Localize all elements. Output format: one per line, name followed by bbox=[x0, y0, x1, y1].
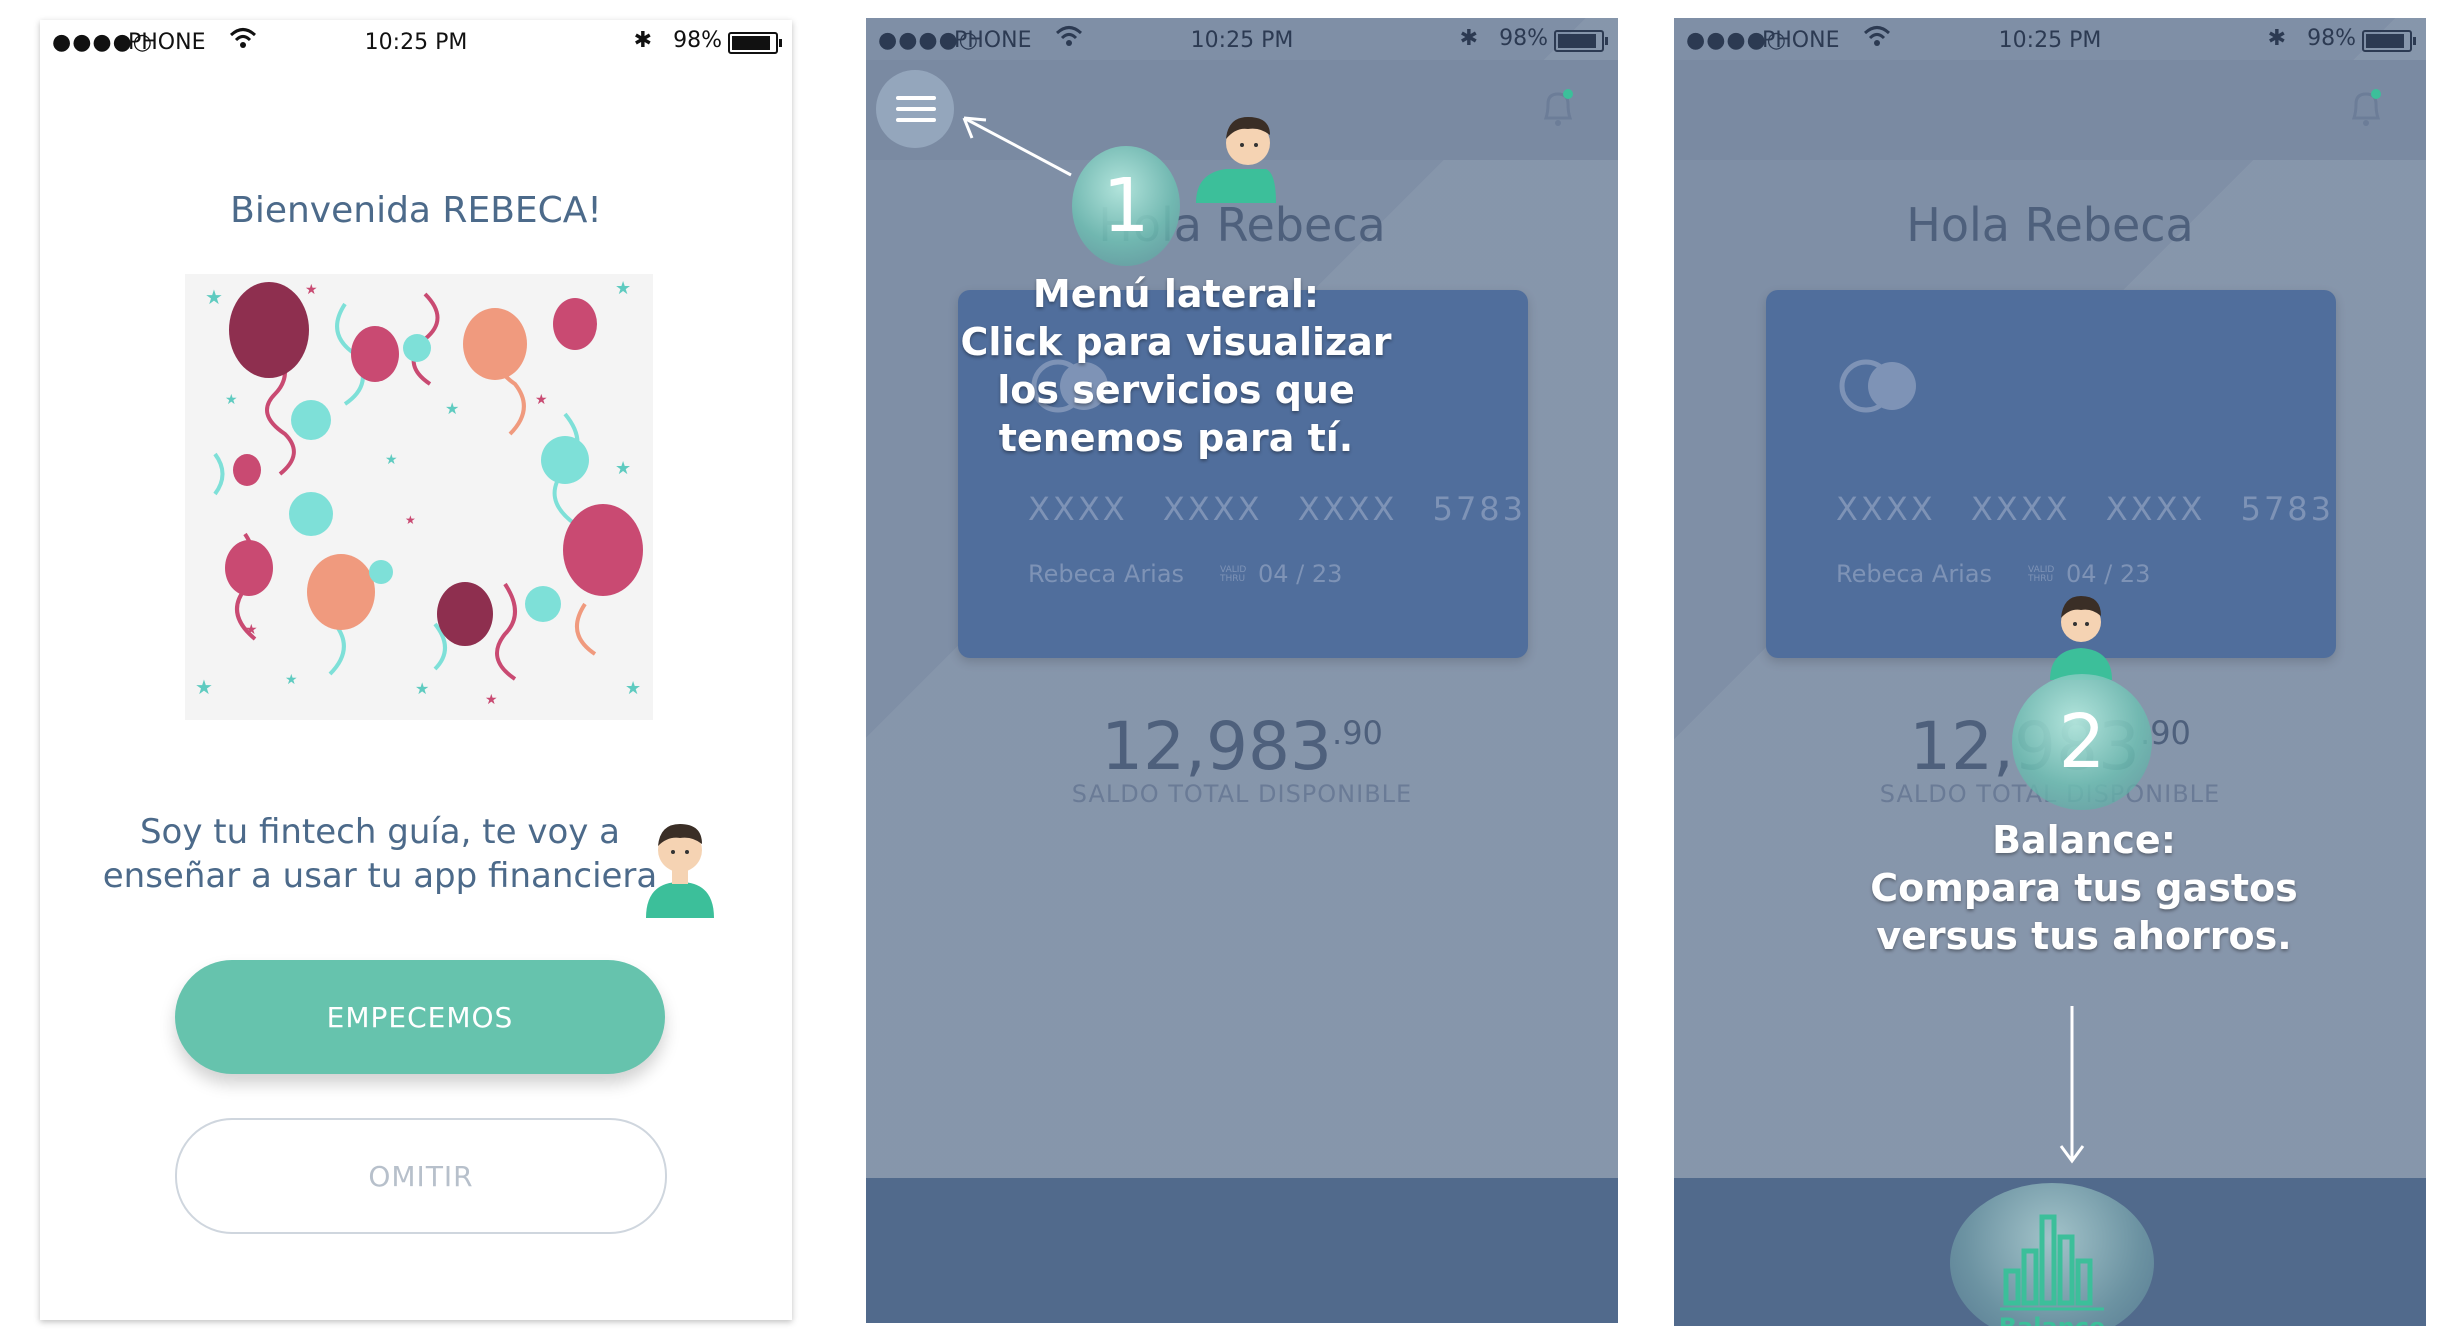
card-number-group: 5783 bbox=[2240, 490, 2335, 528]
notification-bell-icon[interactable] bbox=[1538, 86, 1578, 130]
tour-step-2-tooltip: Balance: Compara tus gastos versus tus a… bbox=[1834, 816, 2334, 960]
svg-text:★: ★ bbox=[385, 452, 398, 468]
svg-text:★: ★ bbox=[445, 399, 459, 418]
card-brand-icon bbox=[1836, 356, 1926, 416]
tour-step-2-screen: ●●●●○ PHONE 10:25 PM ✱ 98% Hola Rebeca X… bbox=[1674, 18, 2426, 1326]
onboarding-screen: ●●●●○ PHONE 10:25 PM ✱ 98% Bienvenida RE… bbox=[40, 20, 792, 1320]
svg-text:★: ★ bbox=[245, 622, 258, 638]
balance-amount: 12,983.90 bbox=[866, 708, 1618, 785]
svg-text:★: ★ bbox=[615, 458, 631, 479]
svg-text:★: ★ bbox=[615, 278, 631, 299]
card-number: XXXX XXXX XXXX 5783 bbox=[1028, 490, 1526, 528]
tooltip-line: versus tus ahorros. bbox=[1876, 914, 2292, 958]
balance-label: SALDO TOTAL DISPONIBLE bbox=[1071, 780, 1413, 808]
balance-integer: 12,983 bbox=[1101, 708, 1333, 785]
svg-text:★: ★ bbox=[195, 675, 213, 699]
pointer-arrow-icon bbox=[2059, 1006, 2085, 1164]
bottom-tab-bar bbox=[866, 1178, 1618, 1323]
tooltip-title: Balance: bbox=[1992, 818, 2176, 862]
bluetooth-icon: ✱ bbox=[633, 28, 652, 53]
battery-percent: 98% bbox=[673, 28, 722, 53]
start-button[interactable]: EMPECEMOS bbox=[175, 960, 665, 1074]
card-number-group: XXXX bbox=[1162, 490, 1263, 528]
card-number-group: XXXX bbox=[1836, 490, 1936, 528]
bluetooth-icon: ✱ bbox=[1459, 26, 1478, 51]
status-bar: ●●●●○ PHONE 10:25 PM ✱ 98% bbox=[1674, 18, 2426, 60]
guide-mascot bbox=[2046, 584, 2116, 684]
card-number-group: XXXX bbox=[2105, 490, 2206, 528]
status-bar: ●●●●○ PHONE 10:25 PM ✱ 98% bbox=[866, 18, 1618, 60]
battery-icon bbox=[728, 32, 782, 54]
guide-avatar bbox=[640, 810, 720, 920]
skip-button[interactable]: OMITIR bbox=[175, 1118, 667, 1234]
valid-thru-label: VALID THRU bbox=[1220, 566, 1246, 584]
bluetooth-icon: ✱ bbox=[2267, 26, 2286, 51]
card-holder: Rebeca Arias bbox=[1836, 560, 1993, 588]
svg-text:★: ★ bbox=[415, 679, 429, 698]
tooltip-line: tenemos para tí. bbox=[998, 416, 1354, 460]
card-number: XXXX XXXX XXXX 5783 bbox=[1836, 490, 2334, 528]
tooltip-line: Click para visualizar bbox=[960, 320, 1392, 364]
balance-cents: .90 bbox=[1332, 714, 1383, 752]
card-number-group: XXXX bbox=[1297, 490, 1398, 528]
svg-text:★: ★ bbox=[305, 282, 318, 298]
tour-step-2-bubble: 2 bbox=[2012, 674, 2152, 810]
svg-text:★: ★ bbox=[405, 513, 416, 527]
tooltip-title: Menú lateral: bbox=[1032, 272, 1320, 316]
status-bar: ●●●●○ PHONE 10:25 PM ✱ 98% bbox=[40, 20, 792, 62]
tour-step-1-screen: ●●●●○ PHONE 10:25 PM ✱ 98% Hola Rebeca X… bbox=[866, 18, 1618, 1323]
tour-step-1-bubble: 1 bbox=[1072, 146, 1180, 266]
balance-tab-label: Balance bbox=[1950, 1313, 2154, 1326]
card-number-group: XXXX bbox=[1028, 490, 1128, 528]
svg-text:★: ★ bbox=[485, 692, 498, 708]
card-expiry: 04 / 23 bbox=[1258, 560, 1343, 588]
tour-step-1-tooltip: Menú lateral: Click para visualizar los … bbox=[926, 270, 1426, 462]
card-holder: Rebeca Arias bbox=[1028, 560, 1185, 588]
top-app-bar bbox=[1674, 60, 2426, 160]
thru-label: THRU bbox=[2028, 574, 2054, 584]
card-number-group: XXXX bbox=[1970, 490, 2071, 528]
svg-text:★: ★ bbox=[205, 285, 223, 309]
svg-text:★: ★ bbox=[285, 672, 298, 688]
valid-thru-label: VALID THRU bbox=[2028, 566, 2054, 584]
pointer-arrow-icon bbox=[962, 116, 1072, 177]
celebration-illustration: ★ ★ ★ ★ ★ ★ ★ ★ ★ ★ ★ ★ ★ ★ ★ bbox=[185, 274, 653, 720]
battery-icon bbox=[1554, 30, 1608, 52]
tooltip-line: Compara tus gastos bbox=[1870, 866, 2298, 910]
guide-mascot bbox=[1186, 103, 1286, 207]
svg-text:★: ★ bbox=[225, 392, 238, 408]
tooltip-line: los servicios que bbox=[997, 368, 1355, 412]
greeting: Hola Rebeca bbox=[1906, 198, 2194, 252]
guide-line-2: enseñar a usar tu app financiera bbox=[102, 856, 658, 896]
svg-text:★: ★ bbox=[535, 392, 548, 408]
battery-percent: 98% bbox=[1499, 26, 1548, 51]
guide-intro: Soy tu fintech guía, te voy a enseñar a … bbox=[80, 810, 680, 898]
battery-icon bbox=[2362, 30, 2416, 52]
bar-chart-icon bbox=[2000, 1214, 2104, 1311]
thru-label: THRU bbox=[1220, 574, 1246, 584]
menu-icon[interactable] bbox=[876, 70, 954, 148]
welcome-title: Bienvenida REBECA! bbox=[230, 190, 602, 231]
card-number-group: 5783 bbox=[1432, 490, 1527, 528]
svg-text:★: ★ bbox=[625, 678, 641, 699]
notification-bell-icon[interactable] bbox=[2346, 86, 2386, 130]
guide-line-1: Soy tu fintech guía, te voy a bbox=[139, 812, 621, 852]
battery-percent: 98% bbox=[2307, 26, 2356, 51]
